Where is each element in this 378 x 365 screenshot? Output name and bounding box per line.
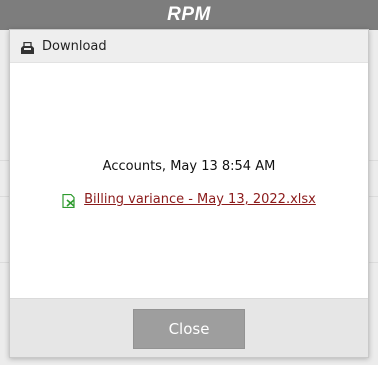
- download-dialog: Download Accounts, May 13 8:54 AM Billin…: [9, 29, 369, 358]
- download-context-text: Accounts, May 13 8:54 AM: [102, 159, 276, 174]
- dialog-footer: Close: [10, 298, 368, 357]
- app-title: RPM: [167, 4, 211, 25]
- download-tray-icon: [20, 40, 35, 54]
- download-file-link[interactable]: Billing variance - May 13, 2022.xlsx: [84, 192, 316, 207]
- dialog-header: Download: [10, 30, 368, 63]
- excel-file-icon: [62, 193, 77, 208]
- dialog-body: Accounts, May 13 8:54 AM Billing varianc…: [10, 63, 368, 299]
- app-header-bar: RPM: [0, 0, 378, 30]
- close-button[interactable]: Close: [133, 309, 245, 349]
- download-file-row[interactable]: Billing variance - May 13, 2022.xlsx: [10, 192, 368, 208]
- dialog-title: Download: [42, 38, 107, 54]
